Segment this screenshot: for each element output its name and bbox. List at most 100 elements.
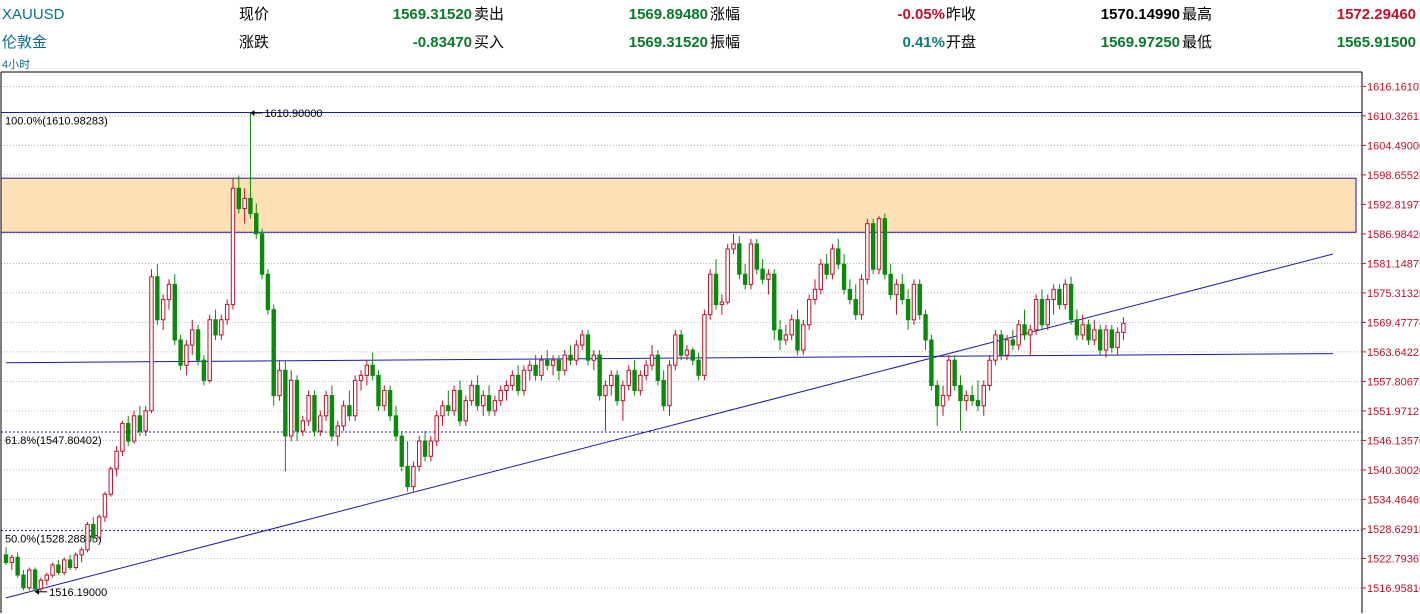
candle-body xyxy=(562,354,567,371)
candle-body xyxy=(411,465,416,488)
candle-body xyxy=(3,554,9,563)
y-tick-label: 1581.14875 xyxy=(1367,258,1420,270)
candle-body xyxy=(207,319,212,381)
annotation-label: 1610.90000 xyxy=(264,108,322,120)
candle-body xyxy=(21,574,26,589)
candle-body xyxy=(772,273,777,331)
candle-body xyxy=(73,554,79,568)
candle-body xyxy=(15,556,20,576)
candle-body xyxy=(731,243,736,250)
candle-body xyxy=(32,569,38,590)
candle-body xyxy=(510,374,515,386)
candle-body xyxy=(120,422,125,452)
candle-body xyxy=(649,354,655,366)
candle-body xyxy=(748,243,754,285)
candle-body xyxy=(294,379,300,432)
candle-body xyxy=(265,273,271,311)
candle-body xyxy=(638,374,643,392)
candle-body xyxy=(38,579,44,590)
candle-body xyxy=(137,415,143,432)
candle-body xyxy=(417,440,422,467)
candle-body xyxy=(795,319,800,351)
candle-body xyxy=(1086,324,1091,341)
candle-body xyxy=(609,374,614,386)
y-tick-label: 1604.49000 xyxy=(1367,140,1420,152)
candle-body xyxy=(1028,329,1033,336)
candle-body xyxy=(789,319,794,336)
candle-body xyxy=(190,329,195,346)
candle-body xyxy=(824,263,829,275)
candle-body xyxy=(271,309,276,397)
candle-body xyxy=(946,359,952,397)
candle-body xyxy=(178,339,183,366)
trendline xyxy=(5,253,1334,599)
candle-body xyxy=(166,283,172,301)
candle-body xyxy=(975,400,981,407)
candle-body xyxy=(131,415,137,442)
candle-body xyxy=(742,273,748,285)
price-axis: 1616.16102 1610.32617 1604.49000 1598.65528… xyxy=(1362,81,1420,595)
candle-body xyxy=(993,334,998,361)
candle-body xyxy=(143,410,148,432)
candle-body xyxy=(1051,288,1056,301)
candle-body xyxy=(306,395,311,422)
candle-body xyxy=(632,369,637,392)
candle-body xyxy=(102,493,108,518)
candle-body xyxy=(248,197,253,215)
annotation-arrowhead xyxy=(250,109,255,116)
candle-body xyxy=(830,248,835,275)
candle-body xyxy=(364,364,370,376)
candle-body xyxy=(515,374,521,392)
candle-body xyxy=(713,273,719,306)
candle-body xyxy=(1068,283,1074,321)
candle-body xyxy=(597,354,602,397)
candle-body xyxy=(836,248,841,265)
candle-body xyxy=(684,349,690,356)
candle-body xyxy=(376,374,381,407)
candle-body xyxy=(1057,288,1062,306)
candle-body xyxy=(1039,299,1045,326)
candle-body xyxy=(114,450,119,470)
candle-body xyxy=(935,384,940,407)
candle-body xyxy=(882,218,888,275)
candle-body xyxy=(958,384,963,402)
y-tick-label: 1516.95816 xyxy=(1367,583,1420,595)
candle-body xyxy=(550,359,556,366)
candle-body xyxy=(981,384,986,407)
candle-body xyxy=(475,384,480,407)
candle-body xyxy=(213,319,218,336)
candle-body xyxy=(288,379,294,437)
annotation-label: 1516.19000 xyxy=(49,587,107,599)
candle-body xyxy=(318,415,323,432)
candle-body xyxy=(626,369,631,386)
candle-body xyxy=(527,364,532,371)
fib-label: 100.0%(1610.98283) xyxy=(5,116,108,128)
candle-body xyxy=(9,556,15,563)
candle-body xyxy=(725,248,730,303)
candle-body xyxy=(766,273,771,280)
candle-body xyxy=(486,395,492,412)
y-tick-label: 1534.46469 xyxy=(1367,494,1420,506)
candle-body xyxy=(708,273,713,316)
candle-body xyxy=(1092,329,1097,341)
candle-body xyxy=(504,384,509,392)
candle-body xyxy=(440,405,445,417)
candle-body xyxy=(358,374,364,381)
y-tick-label: 1563.64223 xyxy=(1367,347,1420,359)
candle-body xyxy=(184,344,189,366)
candle-body xyxy=(545,359,550,366)
candle-body xyxy=(347,405,352,417)
candle-body xyxy=(702,314,707,376)
candle-body xyxy=(492,400,498,412)
candle-body xyxy=(1097,329,1103,351)
candle-body xyxy=(1109,329,1114,349)
candlestick-chart[interactable]: 100.0%(1610.98283)61.8%(1547.80402)50.0%… xyxy=(0,0,1420,614)
candle-body xyxy=(847,288,853,301)
candle-body xyxy=(434,415,439,442)
candle-body xyxy=(172,283,177,341)
y-tick-label: 1586.98426 xyxy=(1367,229,1420,241)
candle-body xyxy=(481,395,486,407)
candle-body xyxy=(620,384,626,402)
candle-body xyxy=(27,569,32,589)
candle-body xyxy=(329,395,335,437)
